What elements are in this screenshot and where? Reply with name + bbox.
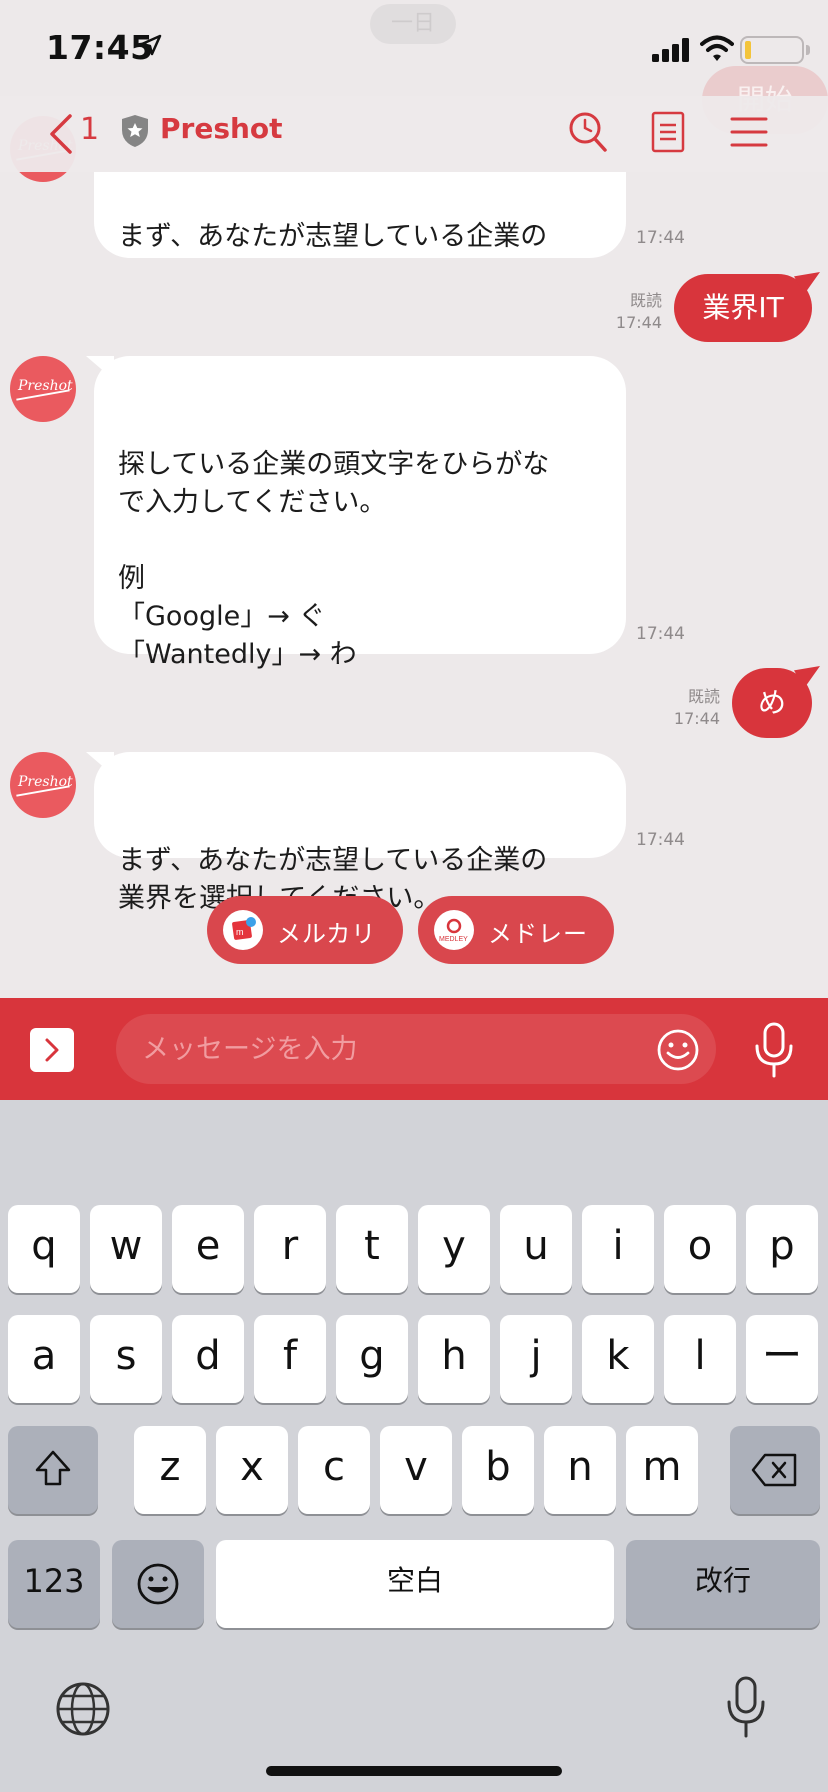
read-receipt: 既読 17:44: [668, 686, 720, 730]
home-indicator: [266, 1766, 562, 1776]
key-a[interactable]: a: [8, 1315, 80, 1403]
key-z[interactable]: z: [134, 1426, 206, 1514]
key-t[interactable]: t: [336, 1205, 408, 1293]
read-label: 既読: [687, 687, 720, 706]
shift-icon: [35, 1450, 71, 1486]
key-p[interactable]: p: [746, 1205, 818, 1293]
battery-icon: [740, 36, 810, 64]
back-chevron-icon[interactable]: [48, 114, 74, 154]
wifi-icon: [700, 35, 734, 61]
message-time: 17:44: [673, 709, 720, 728]
key-y[interactable]: y: [418, 1205, 490, 1293]
key-s[interactable]: s: [90, 1315, 162, 1403]
message-bubble-incoming: まず、あなたが志望している企業の 業界を選択してください。: [94, 752, 626, 914]
emoji-key[interactable]: [112, 1540, 204, 1628]
search-icon[interactable]: [568, 110, 608, 154]
location-arrow-icon: [140, 34, 162, 56]
medley-logo-text: MEDLEY: [439, 936, 468, 943]
key-v[interactable]: v: [380, 1426, 452, 1514]
numbers-key[interactable]: 123: [8, 1540, 100, 1628]
notes-icon[interactable]: [650, 110, 686, 154]
message-bubble-incoming: 探している企業の頭文字をひらがな で入力してください。 例 「Google」→ …: [94, 356, 626, 670]
backspace-icon: [751, 1453, 797, 1487]
menu-toggle-button[interactable]: [30, 1028, 74, 1072]
microphone-icon[interactable]: [752, 1022, 796, 1078]
medley-logo-icon: MEDLEY: [434, 910, 474, 950]
status-time: 17:45: [46, 28, 154, 67]
quick-reply-medley[interactable]: MEDLEY メドレー: [418, 896, 614, 964]
key-i[interactable]: i: [582, 1205, 654, 1293]
key-r[interactable]: r: [254, 1205, 326, 1293]
message-text: まず、あなたが志望している企業の 業界を選択してください。: [118, 221, 548, 252]
keyboard: qwertyuiop asdfghjklー zxcvbnm 123 空白 改行: [0, 1100, 828, 1792]
shield-icon: [122, 115, 148, 147]
message-time: 17:44: [615, 313, 662, 332]
message-time: 17:44: [636, 830, 685, 850]
globe-icon[interactable]: [54, 1680, 112, 1738]
menu-icon[interactable]: [730, 116, 768, 148]
key-n[interactable]: n: [544, 1426, 616, 1514]
key-m[interactable]: m: [626, 1426, 698, 1514]
key-j[interactable]: j: [500, 1315, 572, 1403]
space-key[interactable]: 空白: [216, 1540, 614, 1628]
key-e[interactable]: e: [172, 1205, 244, 1293]
message-input[interactable]: [142, 1026, 622, 1072]
key-o[interactable]: o: [664, 1205, 736, 1293]
key-q[interactable]: q: [8, 1205, 80, 1293]
emoji-icon[interactable]: [656, 1028, 700, 1072]
key-g[interactable]: g: [336, 1315, 408, 1403]
message-field[interactable]: [116, 1014, 716, 1084]
key-c[interactable]: c: [298, 1426, 370, 1514]
chat-title: Preshot: [160, 112, 283, 145]
key-k[interactable]: k: [582, 1315, 654, 1403]
cellular-signal-icon: [652, 38, 689, 62]
bot-avatar[interactable]: Preshot: [10, 752, 76, 818]
backspace-key[interactable]: [730, 1426, 820, 1514]
key-d[interactable]: d: [172, 1315, 244, 1403]
bot-avatar[interactable]: Preshot: [10, 356, 76, 422]
message-time: 17:44: [636, 228, 685, 248]
chevron-right-icon: [45, 1038, 59, 1062]
message-time: 17:44: [636, 624, 685, 644]
key-h[interactable]: h: [418, 1315, 490, 1403]
key-b[interactable]: b: [462, 1426, 534, 1514]
quick-reply-label: メドレー: [488, 920, 588, 948]
dictation-microphone-icon[interactable]: [726, 1676, 766, 1738]
message-bubble-outgoing: 業界IT: [674, 274, 812, 342]
message-bubble-outgoing: め: [732, 668, 812, 738]
date-separator: 一日: [370, 4, 456, 44]
svg-text:m: m: [236, 927, 244, 937]
unread-count[interactable]: 1: [80, 112, 99, 147]
shift-key[interactable]: [8, 1426, 98, 1514]
return-key[interactable]: 改行: [626, 1540, 820, 1628]
key-f[interactable]: f: [254, 1315, 326, 1403]
emoji-icon: [137, 1563, 179, 1605]
key-x[interactable]: x: [216, 1426, 288, 1514]
quick-reply-mercari[interactable]: m メルカリ: [207, 896, 403, 964]
key-u[interactable]: u: [500, 1205, 572, 1293]
message-text: 探している企業の頭文字をひらがな で入力してください。 例 「Google」→ …: [118, 449, 550, 670]
key-ー[interactable]: ー: [746, 1315, 818, 1403]
read-label: 既読: [629, 291, 662, 310]
mercari-logo-icon: m: [223, 910, 263, 950]
key-l[interactable]: l: [664, 1315, 736, 1403]
message-input-bar: [0, 998, 828, 1100]
chat-header: 1 Preshot: [0, 96, 828, 172]
key-w[interactable]: w: [90, 1205, 162, 1293]
read-receipt: 既読 17:44: [604, 290, 662, 334]
quick-reply-label: メルカリ: [277, 920, 377, 948]
